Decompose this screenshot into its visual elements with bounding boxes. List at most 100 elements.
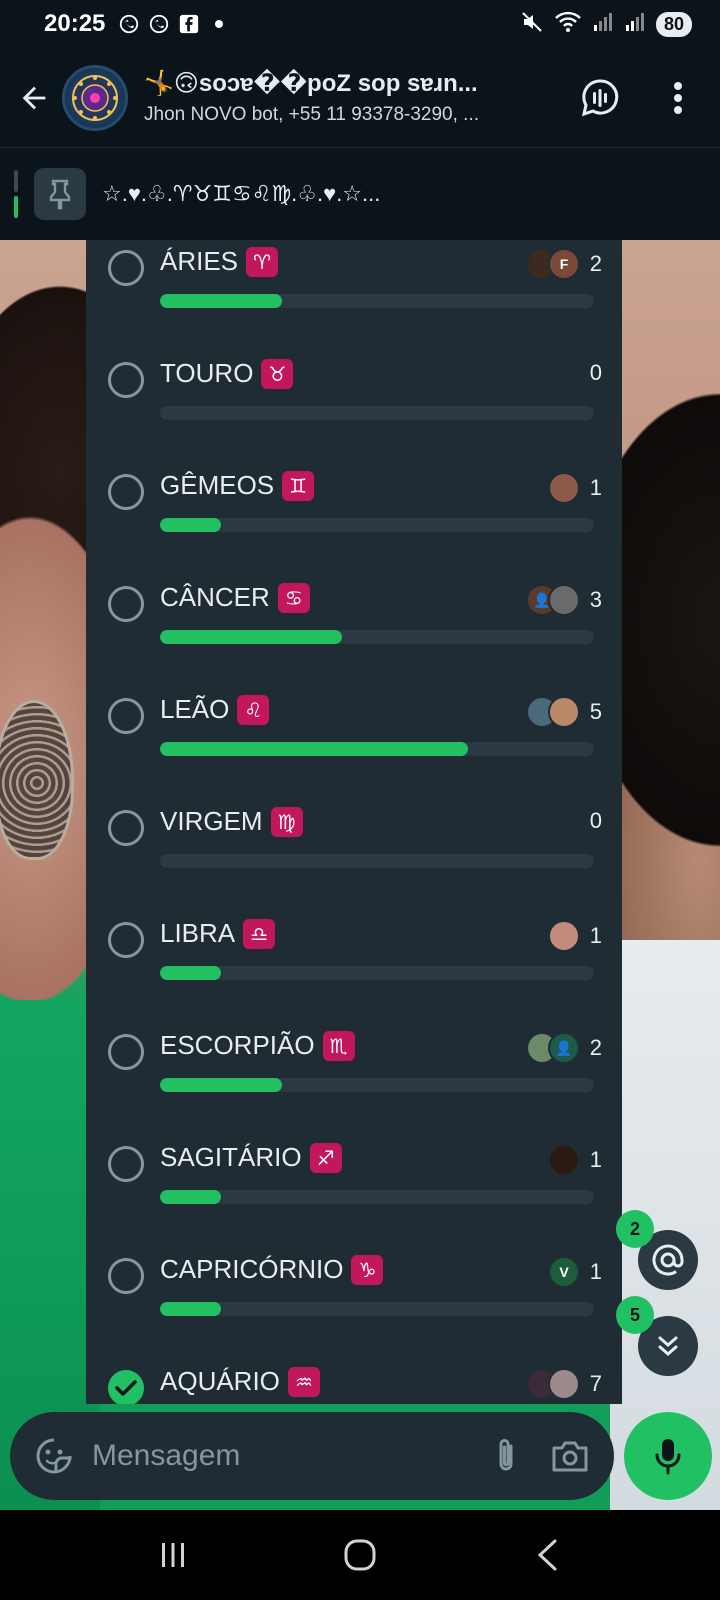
home-button[interactable] — [320, 1525, 400, 1585]
notification-icons — [117, 12, 231, 36]
poll-option-text: ESCORPIÃO — [160, 1030, 315, 1060]
back-button[interactable] — [6, 70, 62, 126]
poll-option[interactable]: CAPRICÓRNIO ♑ V 1 — [86, 1250, 622, 1362]
poll-option-checkbox[interactable] — [108, 698, 144, 734]
poll-option-voters[interactable]: 5 — [526, 696, 602, 728]
poll-option-checkbox[interactable] — [108, 250, 144, 286]
zodiac-sign-icon: ♐ — [309, 1142, 342, 1173]
poll-option-progress-track — [160, 406, 594, 420]
poll-option-voters[interactable]: 7 — [526, 1368, 602, 1400]
poll-option-voters[interactable]: 1 — [548, 920, 602, 952]
poll-option[interactable]: LEÃO ♌ 5 — [86, 690, 622, 802]
zodiac-sign-icon: ♈ — [246, 246, 279, 277]
poll-option-label: ÁRIES ♈ — [160, 246, 279, 277]
poll-option-checkbox[interactable] — [108, 922, 144, 958]
poll-option-checkbox[interactable] — [108, 1146, 144, 1182]
poll-option-voters[interactable]: 1 — [548, 472, 602, 504]
poll-option[interactable]: CÂNCER ♋ 👤 3 — [86, 578, 622, 690]
poll-option[interactable]: TOURO ♉ 0 — [86, 354, 622, 466]
unread-badge: 5 — [616, 1296, 654, 1334]
poll-option-progress-track — [160, 742, 594, 756]
group-participants: Jhon NOVO bot, +55 11 93378-3290, ... — [144, 104, 480, 125]
voter-avatar — [548, 584, 580, 616]
poll-option[interactable]: LIBRA ♎ 1 — [86, 914, 622, 1026]
poll-option-progress-fill — [160, 966, 221, 980]
poll-option-voters[interactable]: 0 — [580, 360, 602, 386]
status-bar: 20:25 80 — [0, 0, 720, 48]
microphone-icon — [655, 1439, 681, 1475]
poll-option-text: CÂNCER — [160, 582, 270, 612]
poll-option-progress-fill — [160, 518, 221, 532]
voice-record-button[interactable] — [624, 1412, 712, 1500]
poll-option-checkbox-checked[interactable] — [108, 1370, 144, 1404]
pin-icon — [49, 179, 71, 210]
zodiac-sign-icon: ♉ — [261, 358, 294, 389]
poll-option-progress-fill — [160, 742, 469, 756]
poll-option-checkbox[interactable] — [108, 474, 144, 510]
poll-option-checkbox[interactable] — [108, 810, 144, 846]
zodiac-sign-icon: ♍ — [270, 806, 303, 837]
camera-button[interactable] — [542, 1428, 598, 1484]
wallpaper-earring — [0, 700, 74, 860]
poll-option-voters[interactable]: 👤 3 — [526, 584, 602, 616]
more-options-button[interactable] — [650, 70, 706, 126]
zodiac-sign-icon: ♊ — [282, 470, 315, 501]
poll-option-voters[interactable]: 0 — [580, 808, 602, 834]
wifi-icon — [554, 10, 582, 39]
chat-header: 🤸🙃soɔɐ��poZ sop sɐɹn... Jhon NOVO bot, +… — [0, 48, 720, 148]
back-nav-button[interactable] — [507, 1525, 587, 1585]
poll-option-checkbox[interactable] — [108, 1258, 144, 1294]
poll-option[interactable]: GÊMEOS ♊ 1 — [86, 466, 622, 578]
poll-option-progress-track — [160, 966, 594, 980]
facebook-icon — [177, 12, 201, 36]
pin-button[interactable] — [34, 168, 86, 220]
poll-option-vote-count: 0 — [589, 808, 602, 833]
poll-option[interactable]: ÁRIES ♈ F 2 — [86, 242, 622, 354]
poll-option-voters[interactable]: 👤 2 — [526, 1032, 602, 1064]
dot-icon — [207, 12, 231, 36]
poll-option-text: AQUÁRIO — [160, 1366, 280, 1396]
poll-option-voters[interactable]: F2 — [526, 248, 602, 280]
poll-option[interactable]: ESCORPIÃO ♏ 👤 2 — [86, 1026, 622, 1138]
poll-option-checkbox[interactable] — [108, 586, 144, 622]
voice-chat-button[interactable] — [572, 70, 628, 126]
poll-option-label: ESCORPIÃO ♏ — [160, 1030, 355, 1061]
zodiac-wheel-icon — [72, 74, 118, 121]
header-title-area[interactable]: 🤸🙃soɔɐ��poZ sop sɐɹn... Jhon NOVO bot, +… — [144, 69, 554, 126]
signal-icon — [592, 11, 614, 38]
recent-apps-button[interactable] — [133, 1525, 213, 1585]
pinned-message-bar[interactable]: ☆.♥.♧.♈♉♊♋♌♍.♧.♥.☆... — [0, 148, 720, 240]
poll-option[interactable]: AQUÁRIO ♒ 7 — [86, 1362, 622, 1404]
mentions-badge: 2 — [616, 1210, 654, 1248]
poll-option-vote-count: 1 — [589, 1259, 602, 1284]
message-input[interactable] — [92, 1439, 478, 1473]
home-icon — [344, 1539, 376, 1571]
zodiac-sign-icon: ♋ — [277, 582, 310, 613]
poll-option-label: VIRGEM ♍ — [160, 806, 303, 837]
poll-option-label: AQUÁRIO ♒ — [160, 1366, 320, 1397]
zodiac-sign-icon: ♌ — [237, 694, 270, 725]
poll-option-voters[interactable]: 1 — [548, 1144, 602, 1176]
poll-option-label: CAPRICÓRNIO ♑ — [160, 1254, 384, 1285]
battery-indicator: 80 — [655, 11, 692, 37]
voice-chat-icon — [581, 79, 619, 117]
recent-apps-icon — [162, 1543, 185, 1567]
poll-option-voters[interactable]: V1 — [548, 1256, 602, 1288]
more-vertical-icon — [674, 82, 682, 114]
pinned-message-text: ☆.♥.♧.♈♉♊♋♌♍.♧.♥.☆... — [102, 181, 381, 206]
poll-option-text: VIRGEM — [160, 806, 263, 836]
poll-option-label: LIBRA ♎ — [160, 918, 276, 949]
poll-option-vote-count: 2 — [589, 251, 602, 276]
poll-option[interactable]: SAGITÁRIO ♐ 1 — [86, 1138, 622, 1250]
poll-option-progress-track — [160, 294, 594, 308]
chevron-left-icon — [537, 1539, 557, 1571]
system-icons: 80 — [520, 10, 692, 39]
poll-option-vote-count: 5 — [589, 699, 602, 724]
poll-option[interactable]: VIRGEM ♍ 0 — [86, 802, 622, 914]
attach-button[interactable] — [478, 1428, 534, 1484]
poll-option-checkbox[interactable] — [108, 1034, 144, 1070]
group-avatar[interactable] — [62, 64, 128, 131]
poll-option-progress-fill — [160, 1078, 282, 1092]
sticker-button[interactable] — [24, 1426, 84, 1486]
poll-option-checkbox[interactable] — [108, 362, 144, 398]
